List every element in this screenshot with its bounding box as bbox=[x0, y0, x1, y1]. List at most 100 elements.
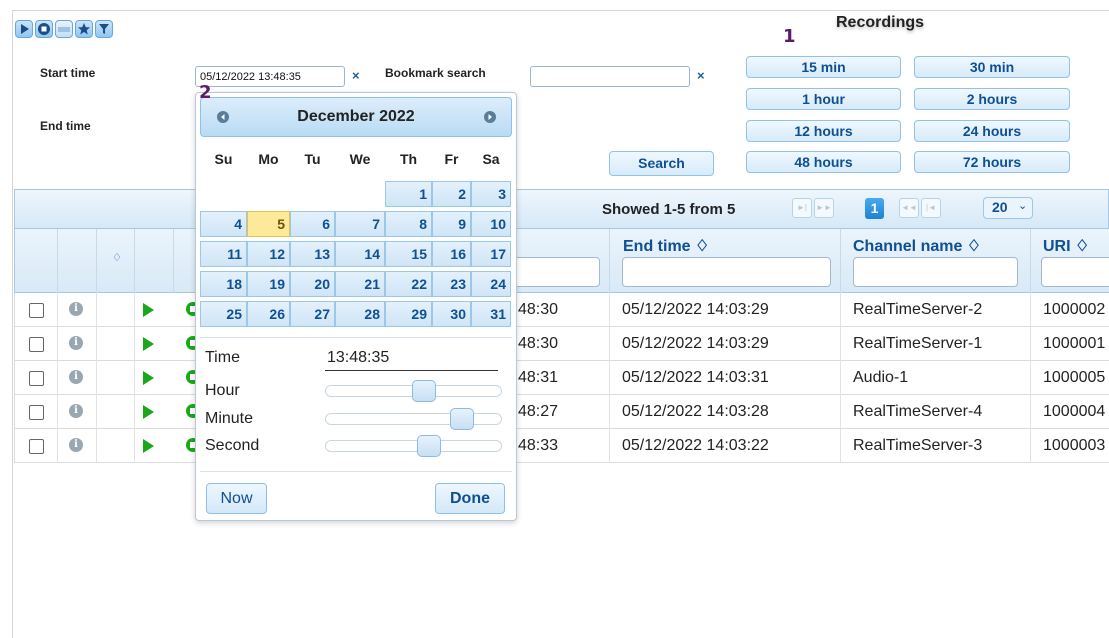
stop-icon[interactable] bbox=[35, 20, 53, 38]
recording-30-min-button[interactable]: 30 min bbox=[914, 56, 1070, 78]
play-icon[interactable] bbox=[143, 337, 154, 351]
cell-end-time: 05/12/2022 14:03:28 bbox=[622, 403, 769, 420]
calendar-day[interactable]: 15 bbox=[385, 241, 432, 267]
calendar-day[interactable]: 13 bbox=[290, 241, 335, 267]
page-size-select[interactable]: 20 ⌄ bbox=[983, 197, 1033, 219]
sort-icon[interactable]: ♢ bbox=[112, 251, 122, 264]
calendar-day-today[interactable]: 5 bbox=[247, 211, 290, 237]
calendar-day[interactable]: 27 bbox=[290, 301, 335, 327]
cell-start-time: 48:30 bbox=[518, 335, 559, 352]
second-slider-handle[interactable] bbox=[417, 435, 441, 457]
calendar-day[interactable]: 10 bbox=[471, 211, 511, 237]
info-icon[interactable]: i bbox=[69, 302, 83, 316]
recording-48-hours-button[interactable]: 48 hours bbox=[746, 151, 901, 173]
calendar-day[interactable]: 3 bbox=[471, 181, 511, 207]
play-icon[interactable] bbox=[143, 405, 154, 419]
recording-72-hours-button[interactable]: 72 hours bbox=[914, 151, 1070, 173]
calendar-day[interactable]: 30 bbox=[432, 301, 471, 327]
row-checkbox[interactable] bbox=[29, 337, 44, 352]
calendar-day[interactable]: 14 bbox=[335, 241, 385, 267]
table-row[interactable]: i 48:27 05/12/2022 14:03:28 RealTimeServer-… bbox=[14, 395, 1109, 429]
filter-start-time-input[interactable] bbox=[510, 257, 600, 287]
info-icon[interactable]: i bbox=[69, 370, 83, 384]
datepicker-month-year: December 2022 bbox=[297, 108, 415, 125]
calendar-day[interactable]: 25 bbox=[200, 301, 247, 327]
calendar-day[interactable]: 19 bbox=[247, 271, 290, 297]
recording-2-hours-button[interactable]: 2 hours bbox=[914, 88, 1070, 110]
calendar-day[interactable]: 7 bbox=[335, 211, 385, 237]
calendar-day[interactable]: 17 bbox=[471, 241, 511, 267]
info-icon[interactable]: i bbox=[69, 438, 83, 452]
first-page-icon[interactable]: |◄ bbox=[921, 198, 941, 218]
table-row[interactable]: i 48:33 05/12/2022 14:03:22 RealTimeServer-… bbox=[14, 429, 1109, 463]
current-page-button[interactable]: 1 bbox=[865, 198, 884, 219]
time-label: Time bbox=[205, 349, 240, 366]
info-icon[interactable]: i bbox=[69, 336, 83, 350]
row-checkbox[interactable] bbox=[29, 303, 44, 318]
calendar-day[interactable]: 8 bbox=[385, 211, 432, 237]
recording-1-hour-button[interactable]: 1 hour bbox=[746, 88, 901, 110]
filter-uri-input[interactable] bbox=[1041, 257, 1109, 287]
row-checkbox[interactable] bbox=[29, 371, 44, 386]
play-icon[interactable] bbox=[15, 20, 33, 38]
last-page-icon[interactable]: ►| bbox=[792, 198, 812, 218]
now-button[interactable]: Now bbox=[206, 483, 267, 514]
second-slider[interactable] bbox=[325, 435, 502, 457]
calendar-day[interactable]: 20 bbox=[290, 271, 335, 297]
cell-start-time: 48:27 bbox=[518, 403, 559, 420]
bookmark-search-input[interactable] bbox=[530, 66, 690, 87]
minute-slider-handle[interactable] bbox=[450, 408, 474, 430]
recordings-title: Recordings bbox=[836, 14, 925, 31]
calendar-day[interactable]: 21 bbox=[335, 271, 385, 297]
play-icon[interactable] bbox=[143, 439, 154, 453]
search-button[interactable]: Search bbox=[609, 151, 714, 176]
calendar-day[interactable]: 31 bbox=[471, 301, 511, 327]
recording-15-min-button[interactable]: 15 min bbox=[746, 56, 901, 78]
calendar-day[interactable]: 29 bbox=[385, 301, 432, 327]
recording-12-hours-button[interactable]: 12 hours bbox=[746, 120, 901, 142]
calendar-day[interactable]: 9 bbox=[432, 211, 471, 237]
col-header-uri[interactable]: URI ♢ bbox=[1043, 236, 1089, 256]
filter-icon[interactable] bbox=[95, 20, 113, 38]
start-time-input[interactable] bbox=[195, 66, 345, 87]
play-icon[interactable] bbox=[143, 303, 154, 317]
tape-icon[interactable] bbox=[55, 20, 73, 38]
filter-channel-name-input[interactable] bbox=[853, 257, 1018, 287]
table-row[interactable]: i 48:30 05/12/2022 14:03:29 RealTimeServer-… bbox=[14, 293, 1109, 327]
play-icon[interactable] bbox=[143, 371, 154, 385]
calendar-day[interactable]: 23 bbox=[432, 271, 471, 297]
calendar-day[interactable]: 24 bbox=[471, 271, 511, 297]
prev-page-icon[interactable]: ◄◄ bbox=[899, 198, 919, 218]
calendar-day[interactable]: 4 bbox=[200, 211, 247, 237]
col-header-end-time[interactable]: End time ♢ bbox=[623, 236, 709, 256]
calendar-day[interactable]: 12 bbox=[247, 241, 290, 267]
filter-end-time-input[interactable] bbox=[622, 257, 831, 287]
star-icon[interactable] bbox=[75, 20, 93, 38]
calendar-day[interactable]: 1 bbox=[385, 181, 432, 207]
info-icon[interactable]: i bbox=[69, 404, 83, 418]
cell-channel-name: Audio-1 bbox=[853, 369, 909, 386]
weekday-label: Tu bbox=[304, 151, 321, 167]
minute-slider[interactable] bbox=[325, 408, 502, 430]
table-row[interactable]: i 48:31 05/12/2022 14:03:31 Audio-1 1000005 bbox=[14, 361, 1109, 395]
clear-start-time-icon[interactable]: × bbox=[352, 68, 360, 83]
next-month-icon[interactable] bbox=[484, 111, 496, 123]
row-checkbox[interactable] bbox=[29, 405, 44, 420]
clear-bookmark-icon[interactable]: × bbox=[697, 68, 705, 83]
row-checkbox[interactable] bbox=[29, 439, 44, 454]
calendar-day[interactable]: 11 bbox=[200, 241, 247, 267]
calendar-day[interactable]: 26 bbox=[247, 301, 290, 327]
hour-slider[interactable] bbox=[325, 380, 502, 402]
calendar-day[interactable]: 28 bbox=[335, 301, 385, 327]
calendar-day[interactable]: 18 bbox=[200, 271, 247, 297]
calendar-day[interactable]: 16 bbox=[432, 241, 471, 267]
next-page-icon[interactable]: ►► bbox=[814, 198, 834, 218]
table-row[interactable]: i 48:30 05/12/2022 14:03:29 RealTimeServer-… bbox=[14, 327, 1109, 361]
recording-24-hours-button[interactable]: 24 hours bbox=[914, 120, 1070, 142]
calendar-day[interactable]: 6 bbox=[290, 211, 335, 237]
hour-slider-handle[interactable] bbox=[412, 380, 436, 402]
calendar-day[interactable]: 2 bbox=[432, 181, 471, 207]
done-button[interactable]: Done bbox=[435, 483, 505, 514]
col-header-channel-name[interactable]: Channel name ♢ bbox=[853, 236, 981, 256]
calendar-day[interactable]: 22 bbox=[385, 271, 432, 297]
